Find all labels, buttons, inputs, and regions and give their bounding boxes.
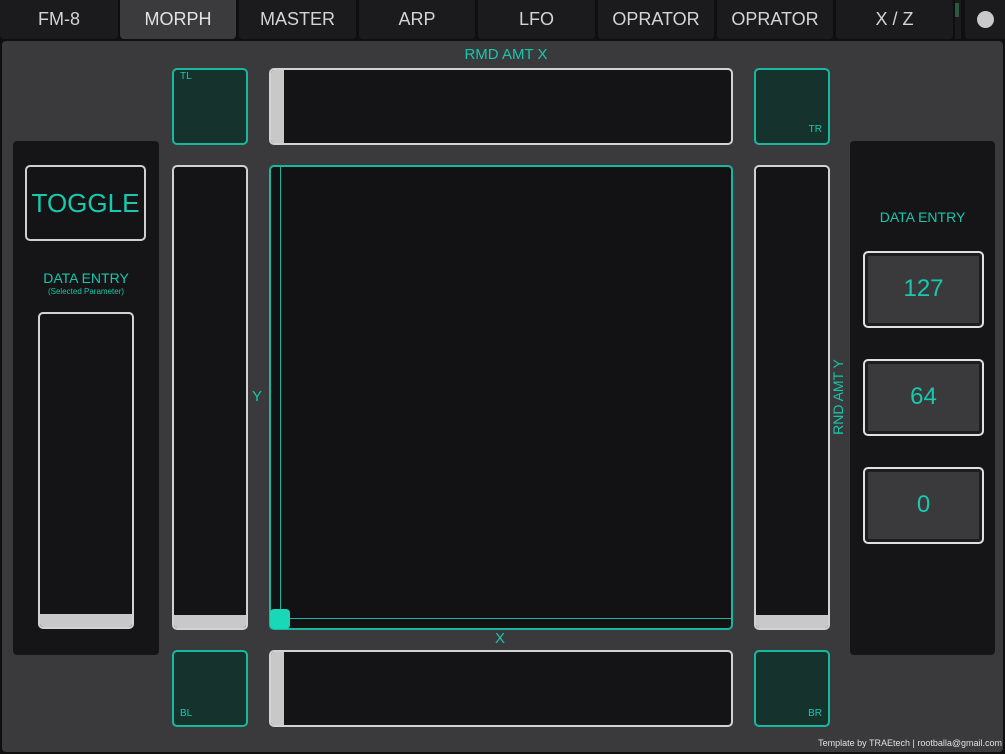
tab-fm8[interactable]: FM-8	[0, 0, 118, 39]
data-entry-title: DATA ENTRY	[43, 270, 129, 286]
tab-morph[interactable]: MORPH	[120, 0, 236, 39]
corner-pad-tl[interactable]: TL	[172, 68, 248, 145]
corner-pad-br[interactable]: BR	[754, 650, 830, 727]
tab-arp[interactable]: ARP	[359, 0, 475, 39]
fader-handle[interactable]	[271, 70, 284, 143]
xy-pad[interactable]	[269, 165, 733, 630]
y-fader[interactable]	[172, 165, 248, 630]
rnd-amt-y-label: RND AMT Y	[830, 359, 846, 435]
footer-credit: Template by TRAEtech | rootballa@gmail.c…	[818, 738, 1002, 748]
activity-led	[955, 3, 959, 17]
x-axis-label: X	[494, 630, 505, 647]
corner-pad-tr[interactable]: TR	[754, 68, 830, 145]
rnd-amt-x-label: RMD AMT X	[464, 46, 548, 63]
tab-divider	[955, 0, 961, 39]
value-button-127[interactable]: 127	[863, 251, 984, 328]
tab-operator-2[interactable]: OPRATOR	[717, 0, 833, 39]
tab-lfo[interactable]: LFO	[478, 0, 595, 39]
fader-handle[interactable]	[756, 615, 828, 628]
corner-label-tr: TR	[808, 124, 822, 135]
fader-handle[interactable]	[174, 615, 246, 628]
rnd-amt-x-fader[interactable]	[269, 68, 733, 145]
tab-master[interactable]: MASTER	[239, 0, 356, 39]
value-button-0[interactable]: 0	[863, 467, 984, 544]
tab-operator-1[interactable]: OPRATOR	[598, 0, 714, 39]
value-button-64[interactable]: 64	[863, 359, 984, 436]
corner-pad-bl[interactable]: BL	[172, 650, 248, 727]
corner-label-br: BR	[808, 708, 822, 719]
xy-cursor-handle[interactable]	[270, 609, 290, 629]
data-entry-fader[interactable]	[38, 312, 134, 629]
y-axis-label: Y	[251, 388, 262, 405]
xy-crosshair-vertical	[280, 167, 281, 628]
right-data-entry-title: DATA ENTRY	[879, 209, 966, 225]
rnd-amt-y-fader[interactable]	[754, 165, 830, 630]
status-dot-icon	[977, 11, 994, 28]
data-entry-subtitle: (Selected Parameter)	[47, 287, 125, 296]
fader-handle[interactable]	[271, 652, 284, 725]
corner-label-tl: TL	[180, 71, 192, 82]
tab-xz[interactable]: X / Z	[836, 0, 953, 39]
x-fader[interactable]	[269, 650, 733, 727]
xy-crosshair-horizontal	[271, 618, 731, 619]
corner-label-bl: BL	[180, 708, 193, 719]
fader-handle[interactable]	[40, 614, 132, 627]
toggle-button[interactable]: TOGGLE	[25, 165, 146, 241]
status-button[interactable]	[965, 0, 1005, 39]
